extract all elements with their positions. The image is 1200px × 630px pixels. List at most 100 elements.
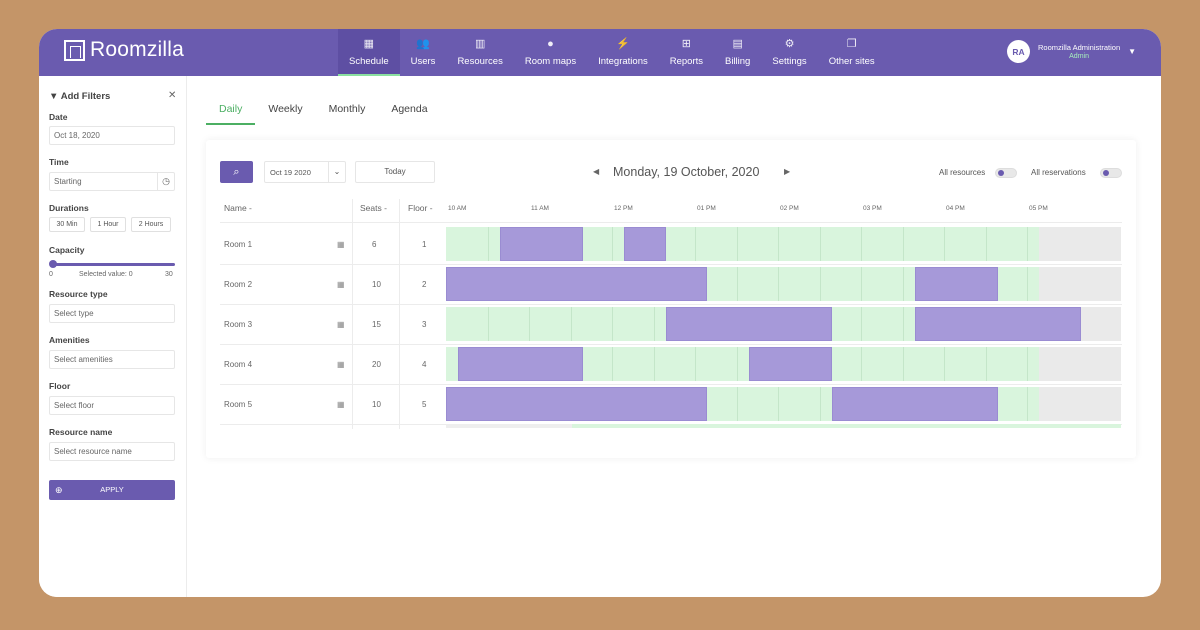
clock-icon[interactable]: ◷ [157, 173, 174, 190]
nav-item-reports[interactable]: ⊞ Reports [659, 29, 714, 76]
room-floor: 2 [422, 280, 427, 289]
availability-track[interactable] [446, 347, 1121, 381]
time-slot-divider [487, 307, 489, 341]
room-info-icon[interactable]: ▦ [337, 240, 345, 249]
capacity-slider-track[interactable] [51, 263, 175, 266]
building-icon: ▦ [363, 38, 375, 50]
time-slot-divider [736, 347, 738, 381]
nav-item-other-sites[interactable]: ❐ Other sites [818, 29, 886, 76]
logo[interactable]: Roomzilla [64, 38, 184, 62]
time-tick: 01 PM [697, 205, 716, 212]
tab-daily[interactable]: Daily [206, 97, 256, 125]
users-icon: 👥 [416, 38, 430, 50]
duration-30min-button[interactable]: 30 Min [49, 217, 85, 232]
nav-item-room-maps[interactable]: ● Room maps [514, 29, 587, 76]
tab-weekly[interactable]: Weekly [255, 97, 315, 125]
time-slot-divider [736, 227, 738, 261]
time-tick: 11 AM [531, 205, 549, 212]
header-divider [220, 222, 1122, 223]
avatar[interactable]: RA [1007, 40, 1030, 63]
search-button[interactable]: ⌕ [220, 161, 253, 183]
availability-track[interactable] [446, 227, 1121, 261]
booking-block[interactable] [665, 307, 832, 341]
nav-item-resources[interactable]: ▥ Resources [446, 29, 513, 76]
row-divider [220, 264, 1122, 265]
room-info-icon[interactable]: ▦ [337, 280, 345, 289]
room-name[interactable]: Room 4 [224, 360, 252, 369]
column-floor-header[interactable]: Floor - [408, 203, 433, 213]
app-name: Roomzilla [90, 38, 184, 61]
booking-block[interactable] [499, 227, 583, 261]
nav-item-users[interactable]: 👥 Users [400, 29, 447, 76]
date-field[interactable]: Oct 18, 2020 [49, 126, 175, 145]
amenities-select[interactable]: Select amenities [49, 350, 175, 369]
availability-track[interactable] [446, 267, 1121, 301]
gears-icon: ⚙ [784, 38, 795, 50]
time-slot-divider [612, 307, 613, 341]
caret-down-icon[interactable]: ▼ [1128, 47, 1136, 56]
time-slot-divider [487, 227, 489, 261]
time-slot-divider [819, 227, 821, 261]
all-reservations-toggle[interactable] [1100, 168, 1122, 178]
close-icon[interactable]: ✕ [168, 90, 176, 101]
booking-block[interactable] [748, 347, 832, 381]
nav-item-schedule[interactable]: ▦ Schedule [338, 29, 400, 76]
column-divider [352, 199, 353, 429]
time-field[interactable]: Starting ◷ [49, 172, 175, 191]
floor-select[interactable]: Select floor [49, 396, 175, 415]
time-slot-divider [861, 267, 862, 301]
time-slot-divider [778, 227, 779, 261]
invoice-icon: ▤ [732, 38, 743, 50]
room-name[interactable]: Room 3 [224, 320, 252, 329]
tab-agenda[interactable]: Agenda [378, 97, 440, 125]
tab-monthly[interactable]: Monthly [316, 97, 379, 125]
resource-name-select[interactable]: Select resource name [49, 442, 175, 461]
column-seats-header[interactable]: Seats - [360, 203, 387, 213]
date-select-value: Oct 19 2020 [270, 168, 311, 177]
booking-block[interactable] [446, 267, 708, 301]
prev-day-icon[interactable]: ◀ [593, 167, 599, 176]
booking-block[interactable] [914, 267, 998, 301]
floor-label: Floor [49, 381, 71, 391]
time-tick: 12 PM [614, 205, 633, 212]
resource-type-select[interactable]: Select type [49, 304, 175, 323]
column-divider [399, 199, 400, 429]
time-slot-divider [529, 307, 530, 341]
nav-item-settings[interactable]: ⚙ Settings [761, 29, 817, 76]
booking-block[interactable] [624, 227, 666, 261]
timeline-scrollbar[interactable] [446, 424, 1121, 428]
column-name-header[interactable]: Name - [224, 203, 252, 213]
room-name[interactable]: Room 1 [224, 240, 252, 249]
capacity-label: Capacity [49, 245, 85, 255]
duration-1hour-button[interactable]: 1 Hour [90, 217, 126, 232]
availability-track[interactable] [446, 387, 1121, 421]
time-slot-divider [736, 387, 738, 421]
availability-track[interactable] [446, 307, 1121, 341]
capacity-slider-handle[interactable] [49, 260, 57, 268]
room-info-icon[interactable]: ▦ [337, 360, 345, 369]
nav-item-integrations[interactable]: ⚡ Integrations [587, 29, 659, 76]
apply-button[interactable]: ⊕ APPLY [49, 480, 175, 500]
user-name: Roomzilla Administration [1038, 42, 1121, 52]
booking-block[interactable] [831, 387, 998, 421]
next-day-icon[interactable]: ▶ [784, 167, 790, 176]
duration-2hours-button[interactable]: 2 Hours [131, 217, 171, 232]
room-name[interactable]: Room 2 [224, 280, 252, 289]
time-slot-divider [944, 227, 945, 261]
today-button[interactable]: Today [355, 161, 435, 183]
booking-block[interactable] [458, 347, 583, 381]
user-menu[interactable]: RA Roomzilla Administration Admin ▼ [1007, 40, 1136, 63]
room-info-icon[interactable]: ▦ [337, 320, 345, 329]
time-tick: 05 PM [1029, 205, 1048, 212]
chevron-down-icon[interactable]: ⌄ [328, 162, 345, 182]
booking-block[interactable] [446, 387, 708, 421]
date-select[interactable]: Oct 19 2020 ⌄ [264, 161, 346, 183]
booking-block[interactable] [914, 307, 1081, 341]
nav-item-billing[interactable]: ▤ Billing [714, 29, 761, 76]
room-info-icon[interactable]: ▦ [337, 400, 345, 409]
nav-label: Billing [725, 56, 751, 67]
time-slot-divider [695, 227, 696, 261]
nav-menu: ▦ Schedule 👥 Users ▥ Resources ● Room maps ⚡ Inte… [338, 29, 886, 76]
all-resources-toggle[interactable] [995, 168, 1017, 178]
room-name[interactable]: Room 5 [224, 400, 252, 409]
